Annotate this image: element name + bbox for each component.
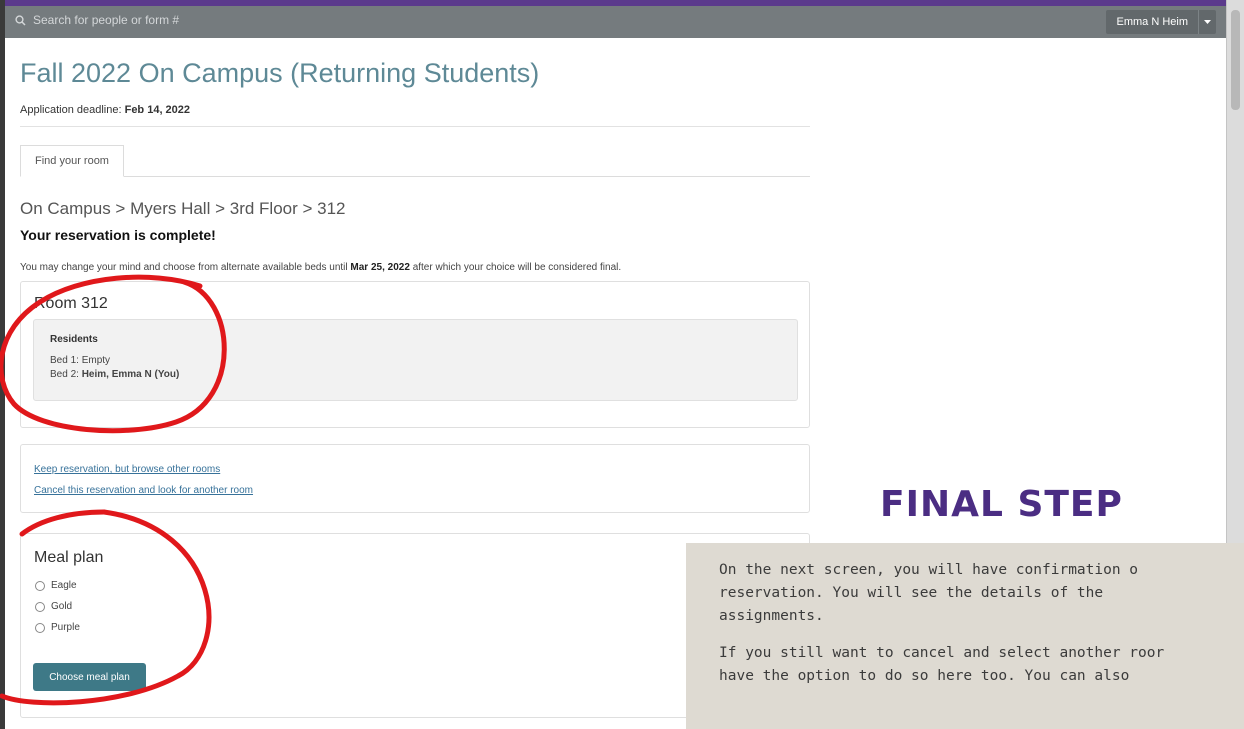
header-divider: [20, 126, 810, 127]
breadcrumb: On Campus > Myers Hall > 3rd Floor > 312: [20, 199, 346, 218]
residents-box: Residents Bed 1: Empty Bed 2: Heim, Emma…: [33, 319, 798, 401]
instructions-line: On the next screen, you will have confir…: [719, 562, 1139, 578]
change-deadline-notice: You may change your mind and choose from…: [20, 262, 621, 273]
meal-option-gold[interactable]: Gold: [35, 601, 72, 612]
notice-text-after: after which your choice will be consider…: [412, 262, 622, 273]
notice-date: Mar 25, 2022: [350, 262, 410, 273]
search-input[interactable]: Search for people or form #: [33, 13, 179, 27]
meal-option-eagle[interactable]: Eagle: [35, 580, 77, 591]
meal-plan-title: Meal plan: [34, 549, 104, 566]
keep-reservation-link[interactable]: Keep reservation, but browse other rooms: [34, 464, 220, 475]
bed-1-label: Bed 1:: [50, 355, 79, 366]
meal-annotation-circle-start: [19, 509, 107, 537]
bed-1-value: Empty: [81, 355, 111, 366]
reservation-status-heading: Your reservation is complete!: [20, 227, 216, 243]
tab-find-your-room[interactable]: Find your room: [20, 145, 124, 177]
deadline-label: Application deadline:: [20, 104, 122, 116]
application-deadline: Application deadline: Feb 14, 2022: [20, 104, 190, 116]
user-name-button[interactable]: Emma N Heim: [1106, 10, 1198, 34]
page-title: Fall 2022 On Campus (Returning Students): [20, 58, 540, 88]
radio-gold[interactable]: [35, 601, 45, 612]
final-step-heading: FINAL STEP: [880, 484, 1123, 525]
room-panel: Room 312 Residents Bed 1: Empty Bed 2: H…: [20, 281, 810, 428]
instructions-card: On the next screen, you will have confir…: [686, 543, 1244, 729]
window-left-edge: [0, 0, 5, 729]
bed-1-row: Bed 1: Empty: [50, 355, 110, 366]
bed-2-label: Bed 2:: [50, 369, 79, 380]
notice-text-before: You may change your mind and choose from…: [20, 262, 348, 273]
instructions-line: have the option to do so here too. You c…: [719, 668, 1130, 684]
scrollbar-thumb[interactable]: [1231, 10, 1240, 110]
bed-2-row: Bed 2: Heim, Emma N (You): [50, 369, 179, 380]
top-navbar: Search for people or form # Emma N Heim: [5, 6, 1226, 38]
radio-eagle[interactable]: [35, 580, 45, 591]
meal-option-label: Purple: [51, 622, 80, 633]
instructions-line: reservation. You will see the details of…: [719, 585, 1104, 601]
bed-2-value: Heim, Emma N (You): [81, 369, 180, 380]
search-icon: [15, 14, 26, 26]
search-bar[interactable]: Search for people or form #: [15, 13, 179, 27]
caret-down-icon: [1204, 20, 1211, 24]
residents-label: Residents: [50, 334, 98, 345]
reservation-actions-panel: Keep reservation, but browse other rooms…: [20, 444, 810, 513]
room-title: Room 312: [34, 295, 108, 312]
instructions-line: If you still want to cancel and select a…: [719, 645, 1165, 661]
choose-meal-plan-button[interactable]: Choose meal plan: [33, 663, 146, 691]
tab-bar-divider: [20, 176, 810, 177]
meal-option-label: Gold: [51, 601, 73, 612]
instructions-paragraph-2: If you still want to cancel and select a…: [719, 642, 1244, 688]
user-dropdown-button[interactable]: [1198, 10, 1216, 34]
meal-option-label: Eagle: [51, 580, 77, 591]
cancel-reservation-link[interactable]: Cancel this reservation and look for ano…: [34, 485, 253, 496]
meal-option-purple[interactable]: Purple: [35, 622, 80, 633]
deadline-date: Feb 14, 2022: [124, 104, 191, 116]
instructions-line: assignments.: [719, 608, 824, 624]
user-menu[interactable]: Emma N Heim: [1106, 10, 1216, 34]
instructions-paragraph-1: On the next screen, you will have confir…: [719, 559, 1244, 628]
radio-purple[interactable]: [35, 622, 45, 633]
